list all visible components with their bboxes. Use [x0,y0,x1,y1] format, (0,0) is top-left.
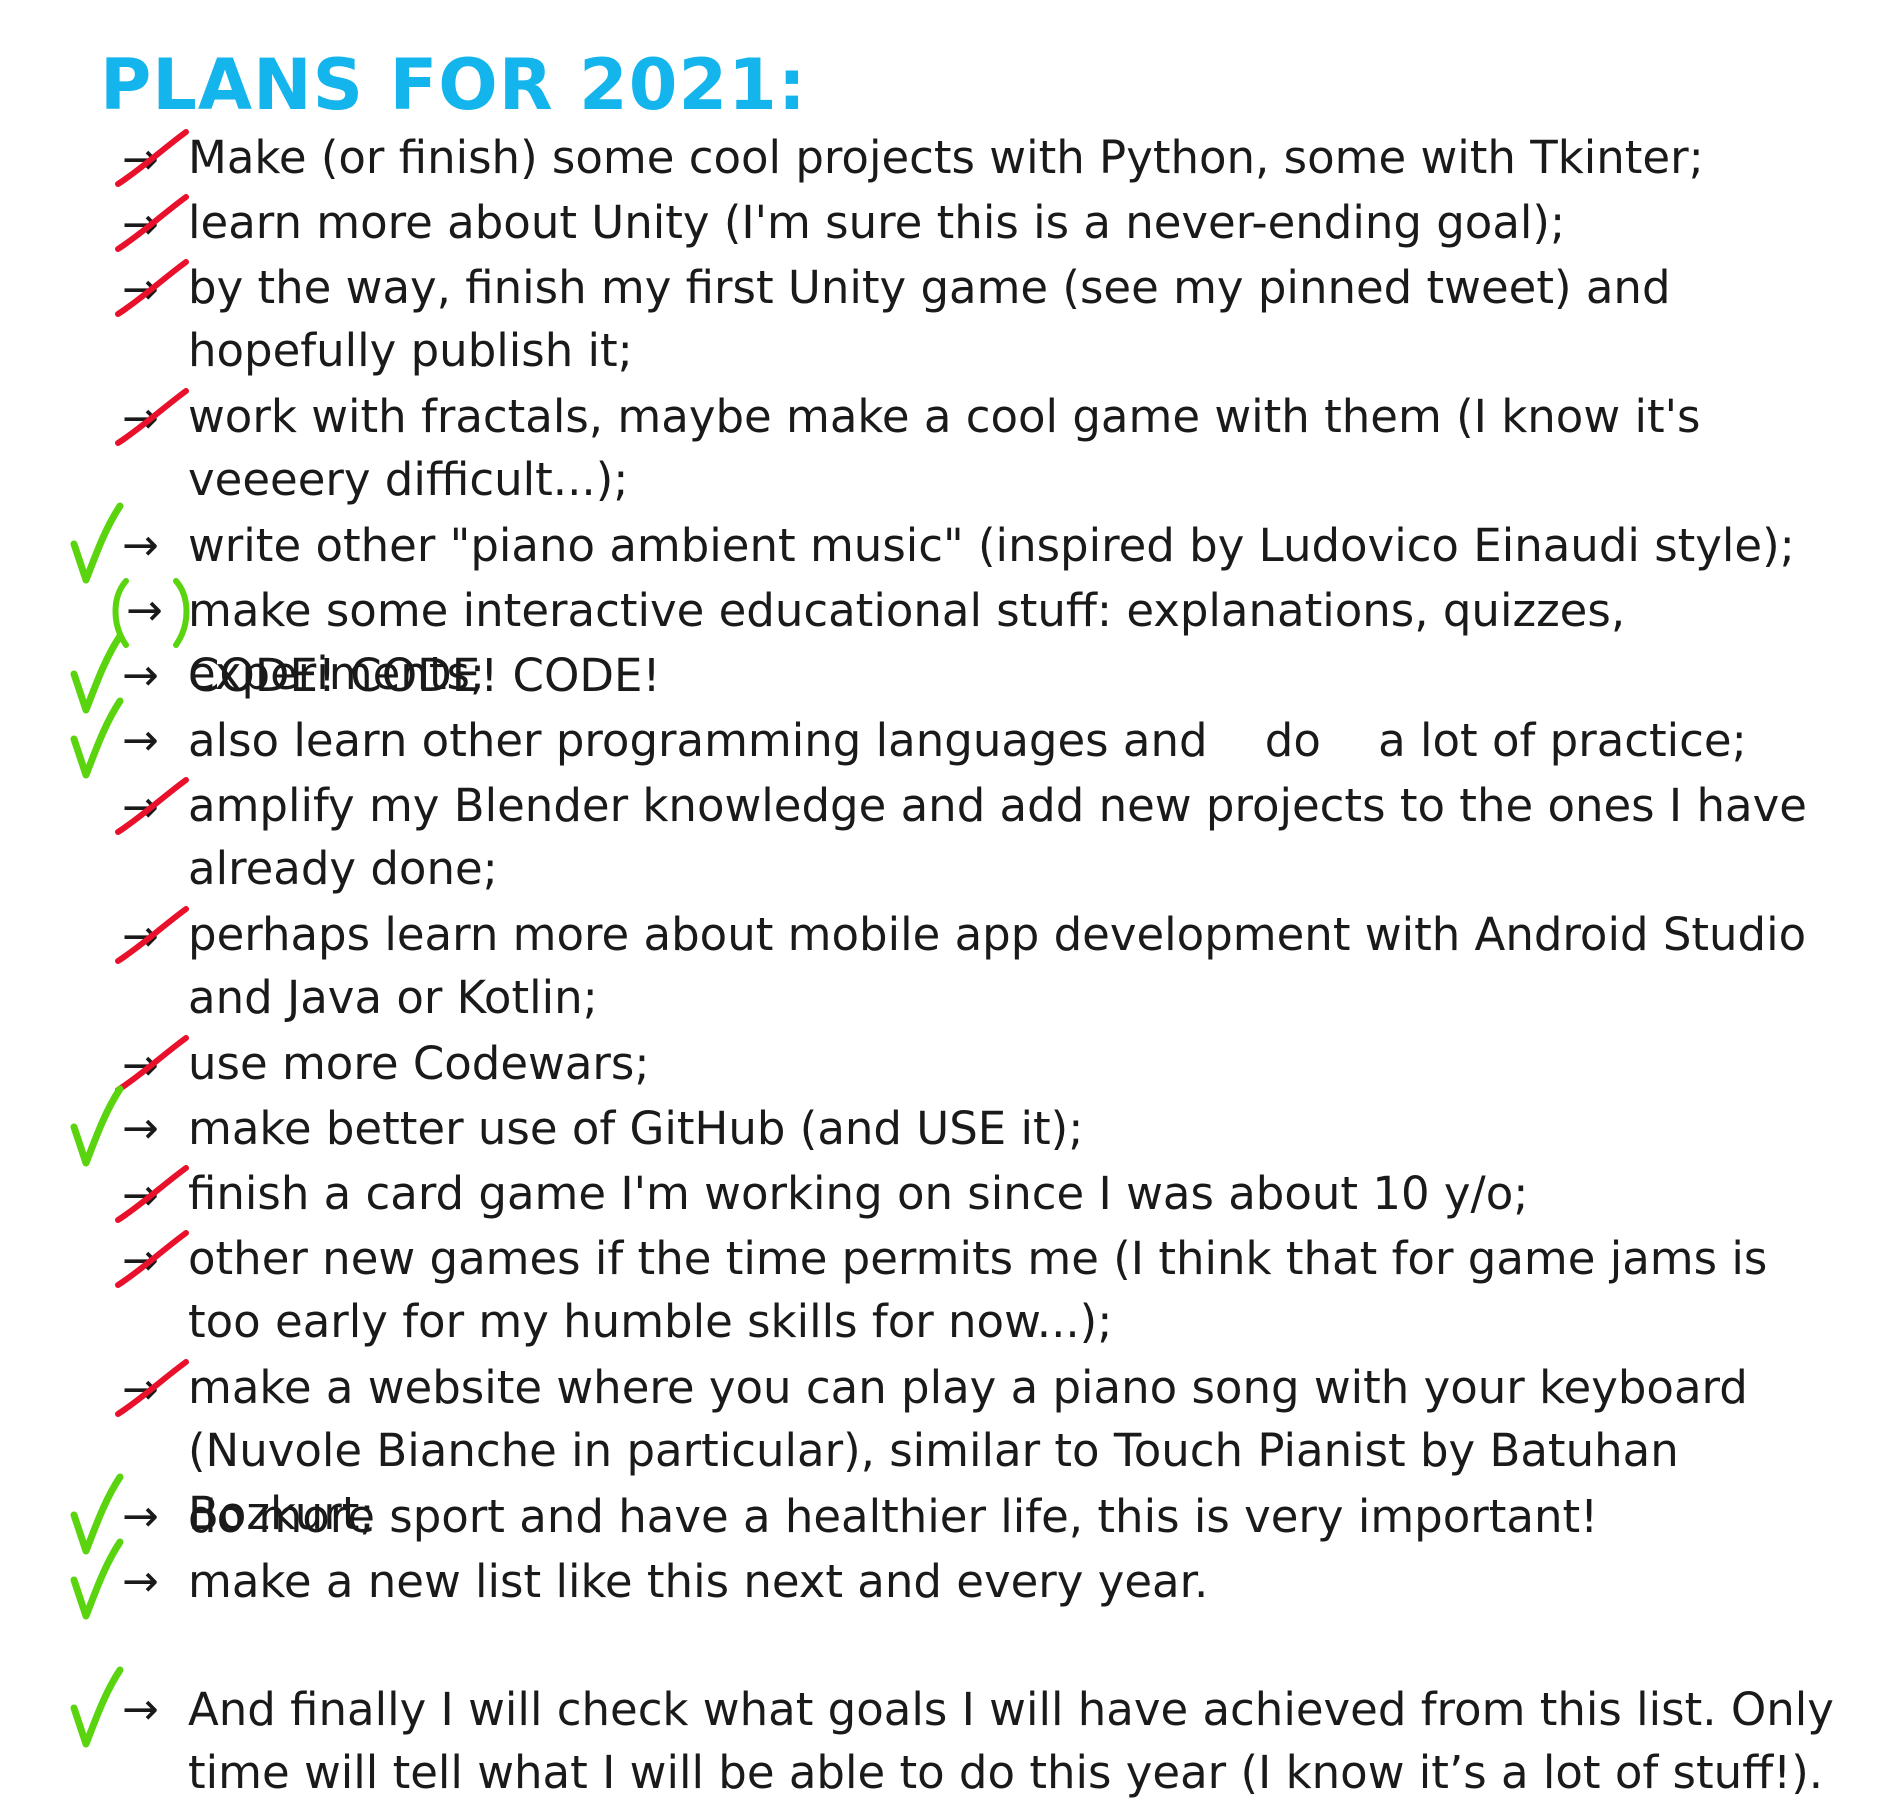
crossed-arrow-icon: → [112,191,192,261]
page-title: PLANS FOR 2021: [100,44,807,126]
list-item-text: other new games if the time permits me (… [188,1232,1782,1348]
list-item-text: CODE! CODE! CODE! [188,649,661,702]
list-item-text: learn more about Unity (I'm sure this is… [188,196,1566,249]
list-item-text: also learn other programming languages a… [188,714,1747,767]
crossed-arrow-icon: → [112,385,192,455]
crossed-arrow-icon: → [112,1227,192,1297]
list-item-text: work with fractals, maybe make a cool ga… [188,390,1715,506]
list-item-text: amplify my Blender knowledge and add new… [188,779,1822,895]
list-item-text: make a new list like this next and every… [188,1555,1209,1608]
crossed-arrow-icon: → [112,256,192,326]
check-icon [68,695,128,785]
list-item-text: finish a card game I'm working on since … [188,1167,1529,1220]
crossed-arrow-icon: → [112,1356,192,1426]
crossed-arrow-icon: → [112,774,192,844]
list-item-text: by the way, finish my first Unity game (… [188,261,1685,377]
crossed-arrow-icon: → [112,903,192,973]
plans-page: PLANS FOR 2021: → Make (or finish) some c… [0,0,1902,1819]
list-item-text: do more sport and have a healthier life,… [188,1490,1599,1543]
crossed-arrow-icon: → [112,1162,192,1232]
list-item-text: And finally I will check what goals I wi… [188,1683,1849,1799]
list-item-text: Make (or finish) some cool projects with… [188,131,1704,184]
check-icon [68,1536,128,1626]
list-item-text: use more Codewars; [188,1037,650,1090]
check-icon [68,1083,128,1173]
list-item-text: perhaps learn more about mobile app deve… [188,908,1821,1024]
list-item-text: make better use of GitHub (and USE it); [188,1102,1084,1155]
list-item-text: write other "piano ambient music" (inspi… [188,519,1795,572]
crossed-arrow-icon: → [112,126,192,196]
check-icon [68,1664,128,1754]
svg-text:→: → [126,585,163,636]
